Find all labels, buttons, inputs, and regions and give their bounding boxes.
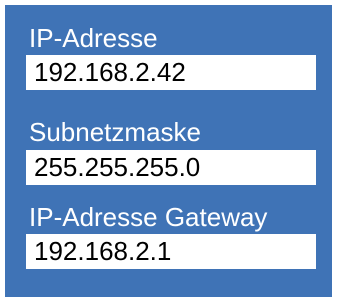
ip-address-label: IP-Adresse [29,23,158,53]
ip-address-field[interactable]: 192.168.2.42 [26,55,316,90]
gateway-field[interactable]: 192.168.2.1 [26,234,316,269]
subnet-mask-field[interactable]: 255.255.255.0 [26,150,316,185]
gateway-label: IP-Adresse Gateway [29,202,268,232]
subnet-mask-label: Subnetzmaske [29,117,201,147]
network-settings-panel: IP-Adresse 192.168.2.42 Subnetzmaske 255… [5,5,332,297]
